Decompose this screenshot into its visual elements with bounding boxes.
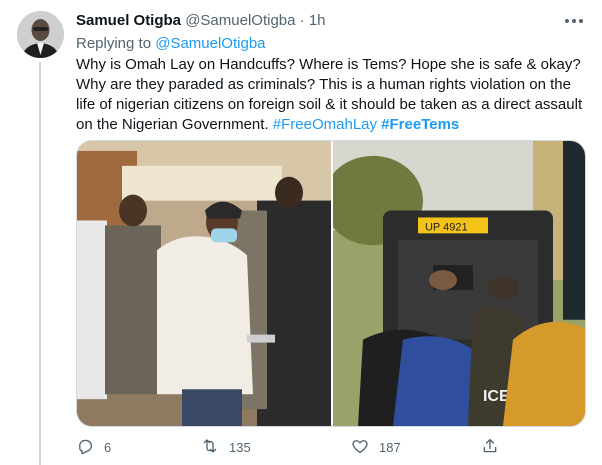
hashtag-free-omah-lay[interactable]: #FreeOmahLay bbox=[273, 116, 377, 133]
hashtag-free-tems[interactable]: #FreeTems bbox=[381, 116, 459, 133]
avatar-photo bbox=[17, 11, 64, 58]
license-plate: UP 4921 bbox=[425, 221, 468, 233]
retweet-button[interactable]: 135 bbox=[201, 436, 251, 458]
reply-count: 6 bbox=[104, 439, 112, 455]
share-button[interactable] bbox=[481, 436, 499, 458]
reply-button[interactable]: 6 bbox=[76, 436, 111, 458]
replying-to: Replying to @SamuelOtigba bbox=[76, 34, 266, 54]
separator-dot: · bbox=[299, 12, 305, 29]
thread-line bbox=[39, 62, 41, 465]
tweet[interactable]: Samuel Otigba @SamuelOtigba · 1h Replyin… bbox=[0, 0, 602, 465]
author-handle[interactable]: @SamuelOtigba bbox=[185, 12, 295, 29]
replying-mention[interactable]: @SamuelOtigba bbox=[155, 35, 265, 52]
retweet-count: 135 bbox=[229, 439, 251, 455]
share-icon bbox=[481, 437, 499, 458]
like-button[interactable]: 187 bbox=[351, 436, 401, 458]
retweet-icon bbox=[201, 437, 219, 458]
reply-icon bbox=[76, 437, 94, 458]
tweet-time[interactable]: 1h bbox=[309, 12, 326, 29]
like-count: 187 bbox=[379, 439, 401, 455]
author-name[interactable]: Samuel Otigba bbox=[76, 12, 181, 29]
photo-handcuffed-man[interactable] bbox=[77, 141, 331, 426]
tweet-header: Samuel Otigba @SamuelOtigba · 1h bbox=[76, 11, 326, 31]
replying-label: Replying to bbox=[76, 35, 152, 52]
action-bar: 6 135 187 bbox=[76, 436, 586, 458]
tweet-text: Why is Omah Lay on Handcuffs? Where is T… bbox=[76, 55, 586, 135]
photo-police-van[interactable]: UP 4921 ICE bbox=[333, 141, 585, 426]
heart-icon bbox=[351, 437, 369, 458]
avatar[interactable] bbox=[17, 11, 64, 58]
police-vest-text: ICE bbox=[483, 388, 510, 405]
more-horizontal-icon[interactable] bbox=[562, 11, 586, 31]
media-grid: UP 4921 ICE bbox=[76, 140, 586, 427]
